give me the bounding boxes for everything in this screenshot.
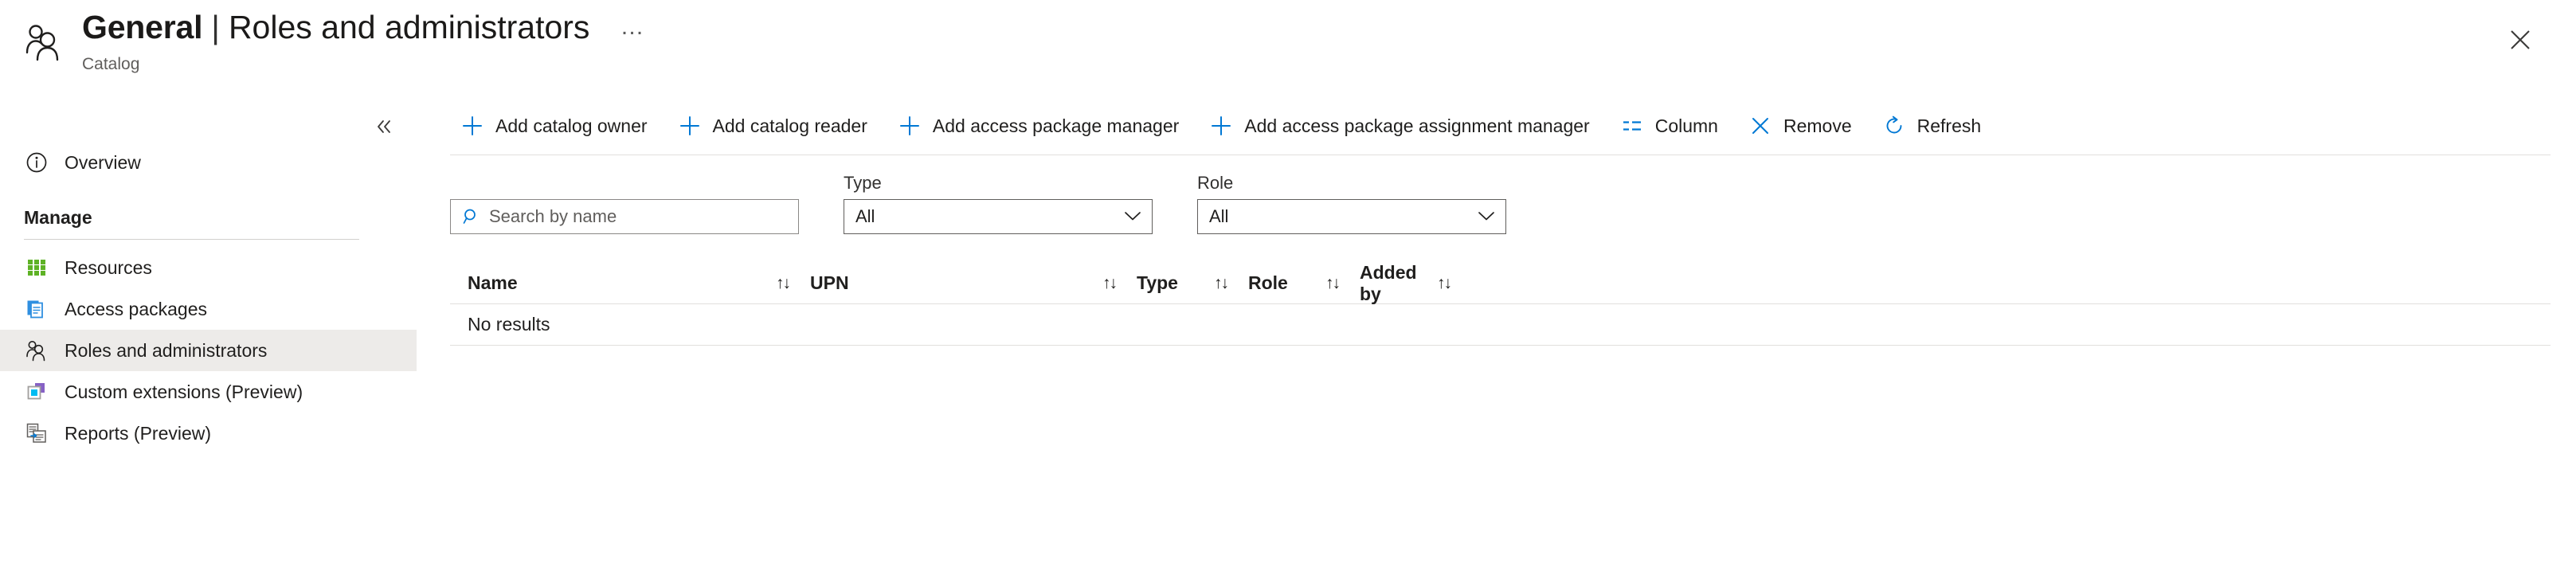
sort-toggle-icon[interactable]: ↑↓ — [1214, 274, 1227, 293]
command-label: Column — [1655, 115, 1718, 137]
command-label: Add catalog owner — [495, 115, 648, 137]
collapse-sidebar-button[interactable] — [370, 113, 397, 140]
main-content: Add catalog owner Add catalog reader Add… — [417, 97, 2576, 583]
table-empty-row: No results — [450, 304, 2551, 346]
command-label: Add access package manager — [933, 115, 1179, 137]
add-catalog-owner-button[interactable]: Add catalog owner — [450, 104, 657, 147]
type-filter-field: Type All — [844, 173, 1153, 234]
type-filter-dropdown[interactable]: All — [844, 199, 1153, 234]
remove-button[interactable]: Remove — [1738, 104, 1862, 147]
close-blade-button[interactable] — [2503, 22, 2538, 57]
sidebar-item-reports[interactable]: Reports (Preview) — [0, 413, 417, 454]
column-header-label: Name — [468, 272, 518, 294]
chevron-down-icon — [1124, 209, 1141, 224]
users-group-icon — [24, 338, 49, 363]
type-filter-label: Type — [844, 173, 1153, 194]
sidebar-item-custom-extensions[interactable]: Custom extensions (Preview) — [0, 371, 417, 413]
sidebar-item-label: Resources — [65, 259, 152, 277]
plus-icon — [677, 113, 703, 139]
add-access-package-manager-button[interactable]: Add access package manager — [887, 104, 1188, 147]
plus-icon — [460, 113, 485, 139]
type-filter-value: All — [855, 206, 875, 227]
close-icon — [2508, 28, 2532, 52]
chevron-down-icon — [1478, 209, 1495, 224]
refresh-button[interactable]: Refresh — [1872, 104, 1991, 147]
search-input-wrapper[interactable] — [450, 199, 799, 234]
page-caption: Catalog — [82, 55, 645, 74]
command-label: Refresh — [1917, 115, 1982, 137]
role-filter-value: All — [1209, 206, 1228, 227]
no-results-message: No results — [468, 314, 550, 335]
plus-icon — [897, 113, 922, 139]
search-input[interactable] — [489, 206, 798, 227]
column-header-label: Role — [1248, 272, 1288, 294]
roles-table: Name ↑↓ UPN ↑↓ Type ↑↓ Role ↑↓ Added by — [450, 263, 2551, 346]
sort-toggle-icon[interactable]: ↑↓ — [1102, 274, 1116, 293]
sidebar-item-overview[interactable]: Overview — [0, 142, 417, 183]
sidebar-group-manage: Manage — [0, 183, 417, 240]
blade-body: Overview Manage — [0, 97, 2576, 583]
blade-sidebar: Overview Manage — [0, 97, 417, 583]
command-label: Add access package assignment manager — [1244, 115, 1589, 137]
command-label: Remove — [1783, 115, 1852, 137]
reports-icon — [24, 421, 49, 446]
chevron-double-left-icon — [374, 116, 394, 137]
table-header-row: Name ↑↓ UPN ↑↓ Type ↑↓ Role ↑↓ Added by — [450, 263, 2551, 304]
sidebar-item-label: Roles and administrators — [65, 342, 267, 360]
sidebar-group-divider — [24, 239, 359, 240]
column-header-upn[interactable]: UPN ↑↓ — [810, 272, 1137, 294]
sidebar-item-access-packages[interactable]: Access packages — [0, 288, 417, 330]
more-options-ellipsis-icon[interactable]: … — [620, 6, 645, 53]
sort-toggle-icon[interactable]: ↑↓ — [1437, 274, 1450, 293]
plus-icon — [1208, 113, 1234, 139]
add-access-package-assignment-manager-button[interactable]: Add access package assignment manager — [1199, 104, 1599, 147]
column-header-name[interactable]: Name ↑↓ — [468, 272, 810, 294]
page-subtitle: Roles and administrators — [229, 6, 589, 48]
sidebar-item-label: Custom extensions (Preview) — [65, 383, 303, 401]
search-icon — [461, 206, 482, 227]
sidebar-item-resources[interactable]: Resources — [0, 247, 417, 288]
role-filter-dropdown[interactable]: All — [1197, 199, 1506, 234]
column-options-button[interactable]: Column — [1610, 104, 1728, 147]
sidebar-nav-list: Overview Manage — [0, 142, 417, 454]
sort-toggle-icon[interactable]: ↑↓ — [776, 274, 789, 293]
x-remove-icon — [1748, 113, 1773, 139]
column-header-label: Added by — [1360, 262, 1427, 305]
sidebar-item-label: Reports (Preview) — [65, 425, 211, 443]
column-header-label: UPN — [810, 272, 849, 294]
sidebar-group-title: Manage — [24, 207, 393, 239]
role-filter-field: Role All — [1197, 173, 1506, 234]
filter-row: Type All Role All — [417, 173, 2576, 234]
command-label: Add catalog reader — [713, 115, 867, 137]
column-header-type[interactable]: Type ↑↓ — [1137, 272, 1248, 294]
sidebar-item-label: Overview — [65, 154, 141, 172]
custom-extension-icon — [24, 379, 49, 405]
info-circle-icon — [24, 150, 49, 175]
title-separator: | — [202, 6, 229, 48]
role-filter-label: Role — [1197, 173, 1506, 194]
column-header-role[interactable]: Role ↑↓ — [1248, 272, 1360, 294]
documents-stack-icon — [24, 296, 49, 322]
sidebar-item-roles-and-administrators[interactable]: Roles and administrators — [0, 330, 417, 371]
column-options-icon — [1619, 113, 1645, 139]
command-bar: Add catalog owner Add catalog reader Add… — [417, 97, 2576, 155]
page-titlebar: General | Roles and administrators … Cat… — [0, 0, 2576, 97]
sidebar-item-label: Access packages — [65, 300, 207, 319]
column-header-added-by[interactable]: Added by ↑↓ — [1360, 262, 1471, 305]
grid-resources-icon — [24, 255, 49, 280]
add-catalog-reader-button[interactable]: Add catalog reader — [667, 104, 877, 147]
sort-toggle-icon[interactable]: ↑↓ — [1325, 274, 1339, 293]
column-header-label: Type — [1137, 272, 1178, 294]
page-title: General — [82, 6, 202, 48]
page-title-block: General | Roles and administrators … Cat… — [82, 6, 645, 74]
refresh-icon — [1881, 113, 1907, 139]
users-group-icon — [22, 21, 65, 64]
